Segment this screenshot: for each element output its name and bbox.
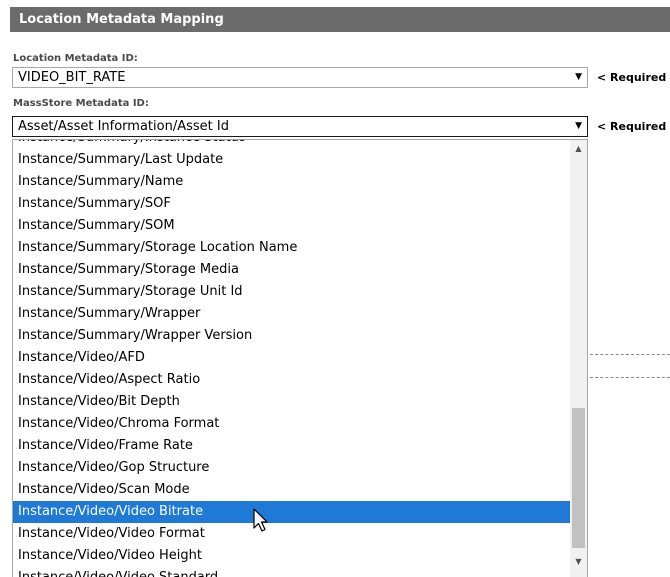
section-title: Location Metadata Mapping bbox=[19, 12, 224, 27]
dropdown-option[interactable]: Instance/Video/Chroma Format bbox=[13, 413, 570, 435]
massstore-metadata-label: MassStore Metadata ID: bbox=[13, 98, 149, 109]
dropdown-option[interactable]: Instance/Video/Video Height bbox=[13, 545, 570, 567]
dropdown-option[interactable]: Instance/Summary/Wrapper Version bbox=[13, 325, 570, 347]
dropdown-option[interactable]: Instance/Summary/Wrapper bbox=[13, 303, 570, 325]
dashed-divider bbox=[590, 354, 670, 355]
dropdown-option[interactable]: Instance/Summary/Storage Unit Id bbox=[13, 281, 570, 303]
dropdown-option[interactable]: Instance/Summary/SOM bbox=[13, 215, 570, 237]
dropdown-option[interactable]: Instance/Summary/Storage Media bbox=[13, 259, 570, 281]
dropdown-option[interactable]: Instance/Video/Frame Rate bbox=[13, 435, 570, 457]
dropdown-option[interactable]: Instance/Summary/SOF bbox=[13, 193, 570, 215]
dropdown-option[interactable]: Instance/Summary/Last Update bbox=[13, 149, 570, 171]
dropdown-option[interactable]: Instance/Video/Bit Depth bbox=[13, 391, 570, 413]
dropdown-option[interactable]: Instance/Summary/Storage Location Name bbox=[13, 237, 570, 259]
massstore-metadata-value: Asset/Asset Information/Asset Id bbox=[18, 119, 229, 134]
massstore-dropdown-list[interactable]: Instance/Summary/Instance StatusInstance… bbox=[12, 139, 588, 577]
scrollbar-thumb[interactable] bbox=[572, 408, 585, 548]
scroll-down-arrow-icon[interactable]: ▼ bbox=[570, 553, 587, 570]
location-metadata-select[interactable]: VIDEO_BIT_RATE ▼ bbox=[12, 67, 588, 88]
location-metadata-value: VIDEO_BIT_RATE bbox=[18, 70, 126, 85]
location-metadata-label: Location Metadata ID: bbox=[13, 53, 138, 64]
dropdown-scrollbar[interactable]: ▲ ▼ bbox=[570, 140, 587, 577]
dropdown-option[interactable]: Instance/Summary/Name bbox=[13, 171, 570, 193]
dropdown-arrow-icon[interactable]: ▼ bbox=[575, 68, 582, 87]
dropdown-option[interactable]: Instance/Video/Scan Mode bbox=[13, 479, 570, 501]
dropdown-option[interactable]: Instance/Video/AFD bbox=[13, 347, 570, 369]
dropdown-option-selected[interactable]: Instance/Video/Video Bitrate bbox=[13, 501, 570, 523]
section-header: Location Metadata Mapping bbox=[10, 7, 670, 32]
dropdown-option[interactable]: Instance/Summary/Instance Status bbox=[13, 140, 570, 149]
dropdown-option[interactable]: Instance/Video/Aspect Ratio bbox=[13, 369, 570, 391]
massstore-metadata-select[interactable]: Asset/Asset Information/Asset Id ▼ bbox=[12, 116, 588, 137]
dropdown-arrow-icon[interactable]: ▼ bbox=[575, 117, 582, 136]
dropdown-options: Instance/Summary/Instance StatusInstance… bbox=[13, 140, 570, 577]
massstore-required-note: < Required bbox=[597, 120, 667, 133]
dropdown-option[interactable]: Instance/Video/Video Format bbox=[13, 523, 570, 545]
mouse-pointer-icon bbox=[253, 508, 268, 532]
dashed-divider bbox=[590, 377, 670, 378]
scroll-up-arrow-icon[interactable]: ▲ bbox=[570, 140, 587, 157]
dropdown-option[interactable]: Instance/Video/Gop Structure bbox=[13, 457, 570, 479]
dropdown-option[interactable]: Instance/Video/Video Standard bbox=[13, 567, 570, 577]
location-required-note: < Required bbox=[597, 71, 667, 84]
